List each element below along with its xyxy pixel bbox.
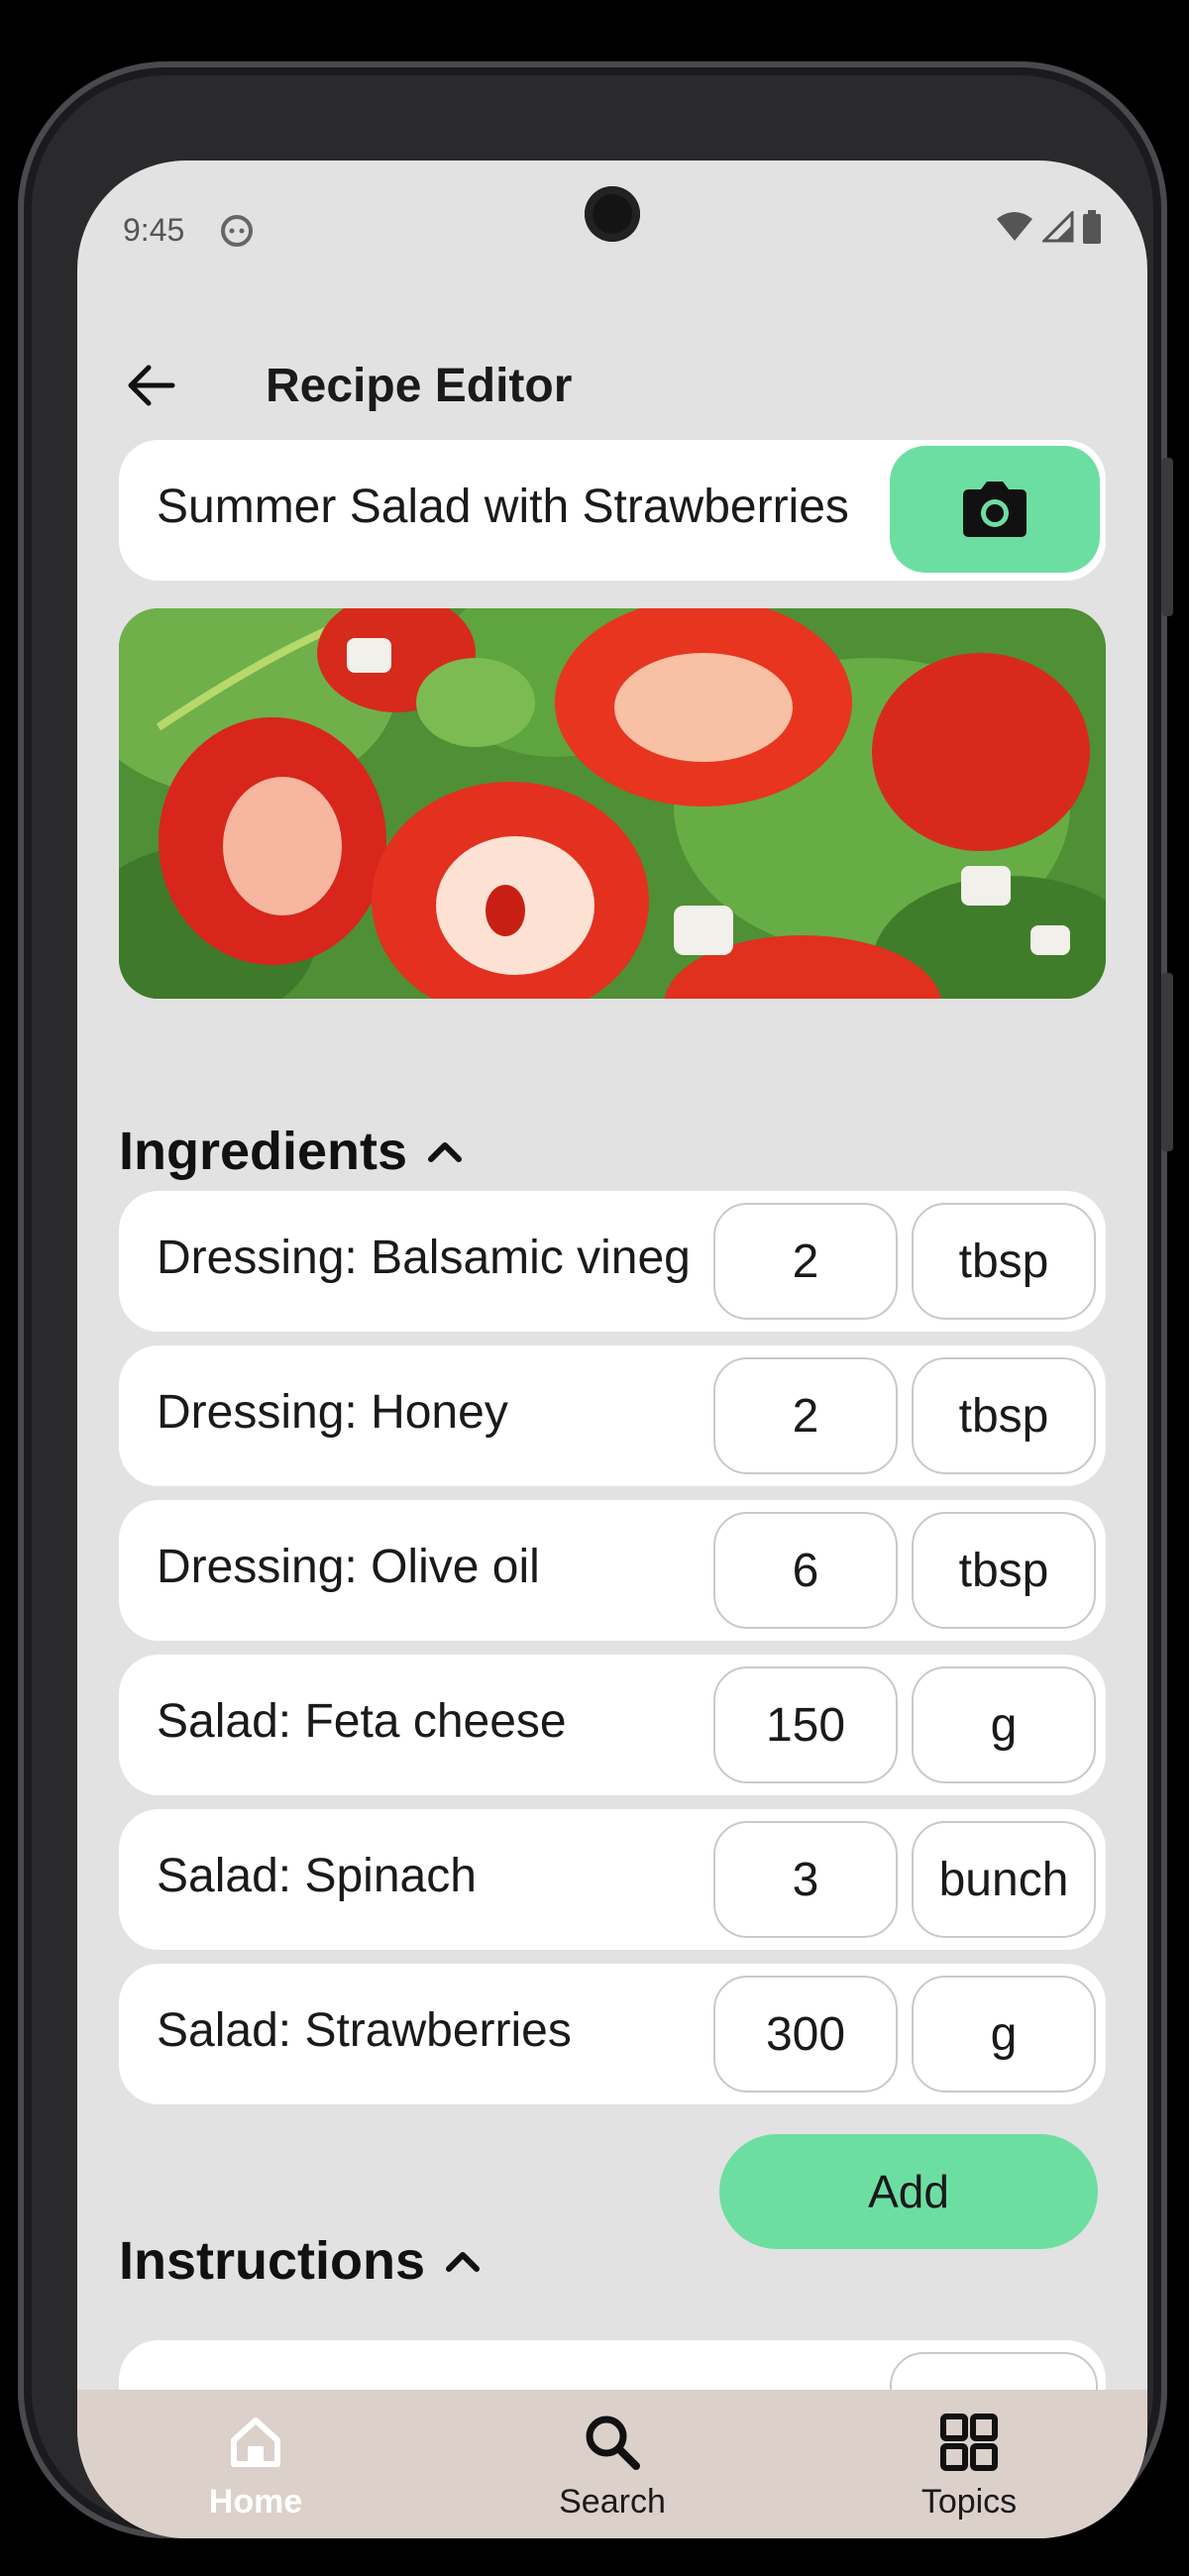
arrow-left-icon xyxy=(128,365,175,406)
status-time: 9:45 xyxy=(123,212,185,248)
ingredients-title: Ingredients xyxy=(119,1122,408,1181)
ingredient-name-input[interactable]: Dressing: Balsamic vinegar xyxy=(157,1231,692,1285)
front-camera xyxy=(585,186,640,242)
nav-item-search[interactable]: Search xyxy=(434,2390,791,2538)
ingredient-row: Salad: Strawberries 300 g xyxy=(119,1964,1106,2104)
ingredient-qty-input[interactable]: 2 xyxy=(713,1357,898,1474)
status-bar: 9:45 xyxy=(77,161,1147,299)
battery-icon xyxy=(1083,210,1101,244)
chevron-up-icon[interactable] xyxy=(445,2249,481,2273)
ingredient-name-input[interactable]: Dressing: Olive oil xyxy=(157,1540,692,1594)
back-button[interactable] xyxy=(117,351,186,420)
nav-item-home[interactable]: Home xyxy=(77,2390,434,2538)
add-ingredient-button[interactable]: Add xyxy=(719,2134,1098,2249)
ingredient-name-input[interactable]: Dressing: Honey xyxy=(157,1385,692,1440)
ingredient-name-input[interactable]: Salad: Feta cheese xyxy=(157,1694,692,1749)
ingredient-qty-input[interactable]: 3 xyxy=(713,1821,898,1938)
instructions-title: Instructions xyxy=(119,2231,426,2291)
ingredient-qty-input[interactable]: 150 xyxy=(713,1666,898,1783)
phone-frame: 9:45 Recipe Editor Summer Salad with Str… xyxy=(18,61,1173,2538)
ingredient-unit-input[interactable]: g xyxy=(912,1976,1096,2093)
app-bar: Recipe Editor xyxy=(77,329,1147,438)
camera-icon xyxy=(963,482,1027,537)
camera-button[interactable] xyxy=(890,446,1100,573)
grid-icon xyxy=(934,2408,1004,2477)
ingredient-list: Dressing: Balsamic vinegar 2 tbsp Dressi… xyxy=(119,1191,1106,2118)
ingredient-qty-input[interactable]: 300 xyxy=(713,1976,898,2093)
nav-label-home: Home xyxy=(208,2483,303,2521)
notification-icon xyxy=(221,215,253,247)
ingredient-name-input[interactable]: Salad: Spinach xyxy=(157,1849,692,1903)
signal-icon xyxy=(1042,211,1074,243)
nav-item-topics[interactable]: Topics xyxy=(791,2390,1147,2538)
screen: 9:45 Recipe Editor Summer Salad with Str… xyxy=(77,161,1147,2538)
ingredient-unit-input[interactable]: bunch xyxy=(912,1821,1096,1938)
ingredient-row: Dressing: Balsamic vinegar 2 tbsp xyxy=(119,1191,1106,1332)
ingredient-row: Salad: Spinach 3 bunch xyxy=(119,1809,1106,1950)
ingredient-unit-input[interactable]: tbsp xyxy=(912,1357,1096,1474)
ingredient-row: Dressing: Honey 2 tbsp xyxy=(119,1345,1106,1486)
wifi-icon xyxy=(997,212,1032,241)
home-icon xyxy=(221,2408,290,2477)
ingredient-unit-input[interactable]: tbsp xyxy=(912,1512,1096,1629)
recipe-title-input[interactable]: Summer Salad with Strawberries xyxy=(157,480,890,534)
ingredient-qty-input[interactable]: 2 xyxy=(713,1203,898,1320)
ingredient-name-input[interactable]: Salad: Strawberries xyxy=(157,2003,692,2058)
power-button xyxy=(1161,973,1173,1151)
page-title: Recipe Editor xyxy=(266,360,573,412)
recipe-title-field[interactable]: Summer Salad with Strawberries xyxy=(119,440,1106,581)
nav-label-search: Search xyxy=(559,2483,666,2521)
instructions-header[interactable]: Instructions xyxy=(119,2221,481,2301)
ingredient-unit-input[interactable]: tbsp xyxy=(912,1203,1096,1320)
ingredient-unit-input[interactable]: g xyxy=(912,1666,1096,1783)
nav-label-topics: Topics xyxy=(920,2483,1018,2521)
volume-button xyxy=(1161,458,1173,616)
ingredient-row: Salad: Feta cheese 150 g xyxy=(119,1655,1106,1795)
strawberry-salad-photo xyxy=(119,608,1106,999)
ingredient-qty-input[interactable]: 6 xyxy=(713,1512,898,1629)
recipe-photo[interactable] xyxy=(119,608,1106,999)
ingredient-row: Dressing: Olive oil 6 tbsp xyxy=(119,1500,1106,1641)
ingredients-header[interactable]: Ingredients xyxy=(119,1112,463,1191)
chevron-up-icon[interactable] xyxy=(427,1139,463,1163)
search-icon xyxy=(578,2408,647,2477)
bottom-navigation: Home Search Topics xyxy=(77,2390,1147,2538)
status-icons xyxy=(995,210,1102,244)
